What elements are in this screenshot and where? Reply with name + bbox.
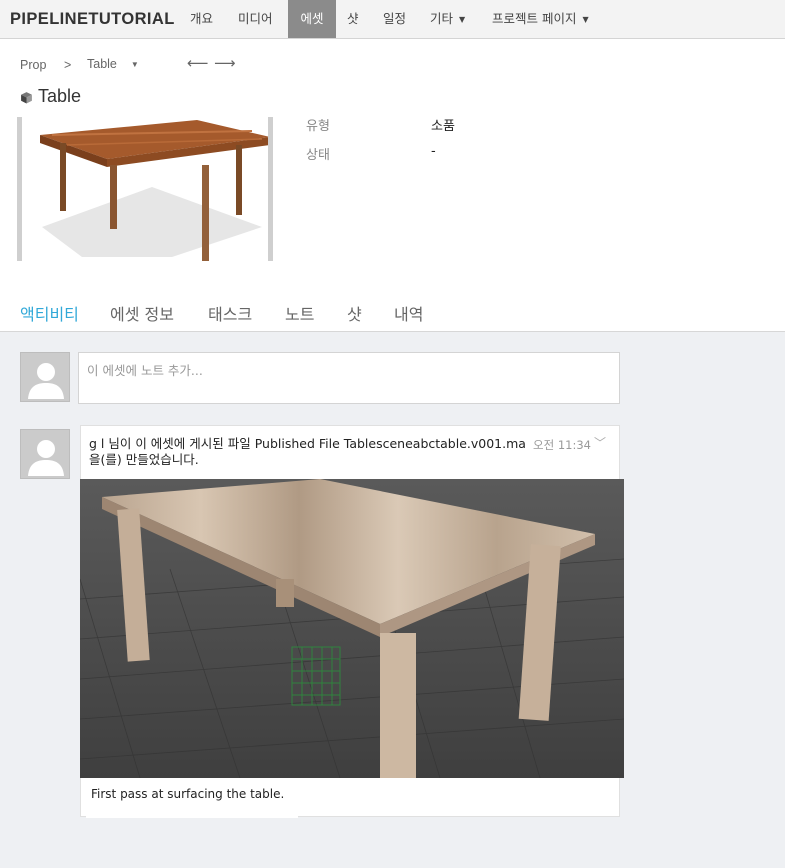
nav-item-schedule[interactable]: 일정: [383, 0, 406, 38]
cube-icon: [21, 92, 32, 104]
tab-tasks[interactable]: 태스크: [208, 301, 252, 325]
activity-post-text: g l 님이 이 에셋에 게시된 파일 Published File Table…: [89, 436, 526, 467]
field-label-status: 상태: [306, 148, 330, 163]
breadcrumb-type[interactable]: Prop: [20, 58, 46, 72]
user-silhouette-icon: [21, 430, 69, 478]
arrow-right-icon[interactable]: ⟶: [214, 54, 236, 72]
nav-item-other[interactable]: 기타 ▼: [430, 0, 465, 38]
top-nav: PIPELINETUTORIAL 개요 미디어 에셋 샷 일정 기타 ▼ 프로젝트…: [0, 0, 785, 39]
avatar: [20, 429, 70, 479]
caption-underline: [86, 816, 298, 818]
activity-post-time: 오전 11:34: [533, 437, 591, 453]
post-time-label: 오전: [533, 438, 555, 452]
published-file-thumbnail[interactable]: [80, 479, 624, 778]
nav-item-assets[interactable]: 에셋: [288, 0, 336, 38]
asset-thumbnail[interactable]: [17, 117, 273, 261]
table-render-image: [80, 479, 624, 778]
tab-asset-info[interactable]: 에셋 정보: [110, 301, 174, 325]
nav-item-other-label: 기타: [430, 11, 454, 26]
breadcrumb-current[interactable]: Table ▼: [87, 57, 139, 71]
field-value-status[interactable]: -: [431, 144, 436, 159]
activity-post-caption: First pass at surfacing the table.: [91, 787, 285, 801]
nav-item-media[interactable]: 미디어: [238, 0, 273, 38]
caret-down-icon: ▼: [130, 60, 139, 69]
field-label-type: 유형: [306, 119, 330, 134]
breadcrumb-separator: >: [64, 58, 72, 72]
brand-logo[interactable]: PIPELINETUTORIAL: [10, 10, 175, 29]
tab-activity[interactable]: 액티비티: [20, 301, 79, 325]
caret-down-icon: ▼: [459, 15, 466, 24]
tab-shots[interactable]: 샷: [347, 301, 362, 325]
avatar: [20, 352, 70, 402]
breadcrumb-current-label: Table: [87, 57, 117, 71]
arrow-left-icon[interactable]: ⟵: [187, 54, 209, 72]
table-thumbnail-image: [40, 120, 268, 261]
post-time-value: 11:34: [557, 438, 591, 452]
field-value-type[interactable]: 소품: [431, 115, 455, 134]
nav-item-project-pages-label: 프로젝트 페이지: [492, 11, 577, 26]
nav-item-project-pages[interactable]: 프로젝트 페이지 ▼: [492, 0, 589, 38]
nav-item-overview[interactable]: 개요: [190, 0, 213, 38]
tab-history[interactable]: 내역: [394, 301, 423, 325]
tab-notes[interactable]: 노트: [285, 301, 314, 325]
nav-item-shots[interactable]: 샷: [347, 0, 359, 38]
note-input[interactable]: 이 에셋에 노트 추가...: [78, 352, 620, 404]
chevron-down-icon[interactable]: ﹀: [594, 434, 606, 451]
asset-title: Table: [38, 86, 82, 106]
caret-down-icon: ▼: [582, 15, 589, 24]
user-silhouette-icon: [21, 353, 69, 401]
